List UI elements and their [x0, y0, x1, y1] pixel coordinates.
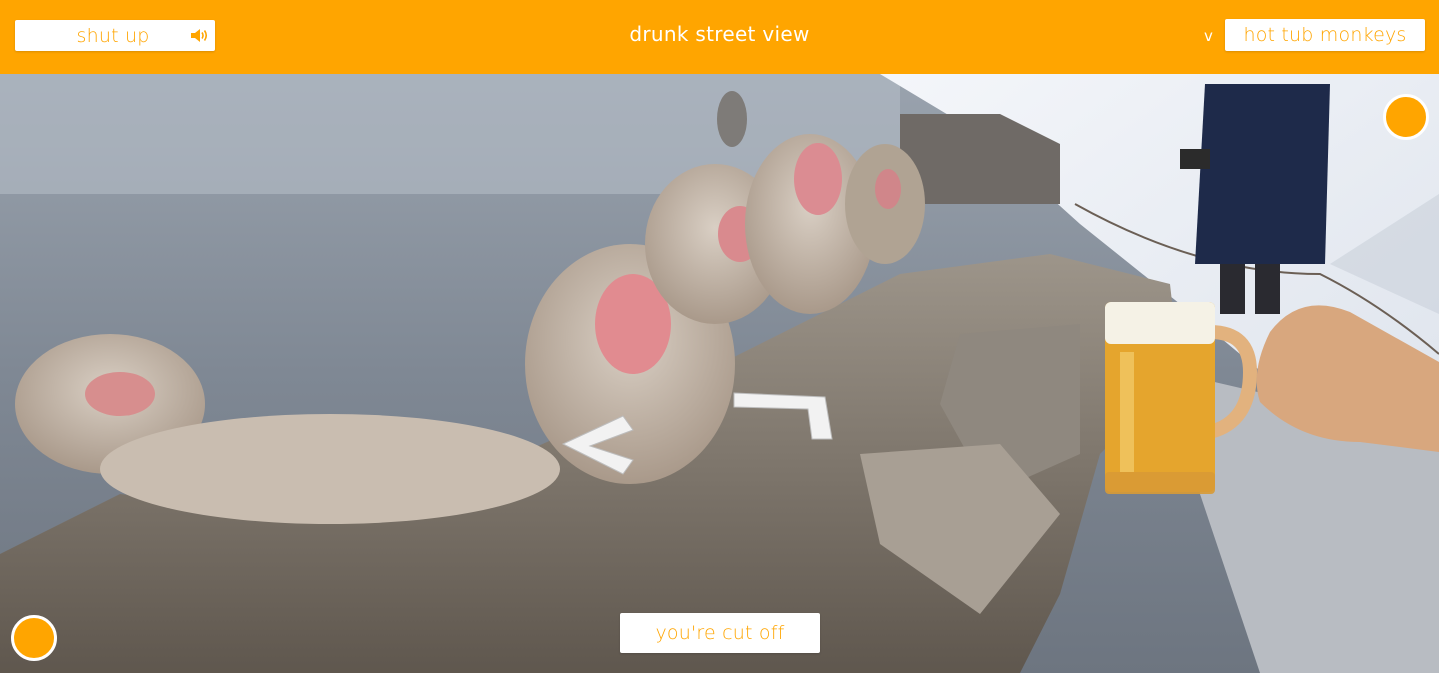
cutoff-button[interactable]: you're cut off: [620, 613, 820, 653]
bottom-left-circle-button[interactable]: [11, 615, 57, 661]
page-title: drunk street view: [629, 22, 810, 46]
top-right-circle-button[interactable]: [1383, 94, 1429, 140]
monkey-5: [845, 144, 925, 264]
left-arrow-icon[interactable]: [555, 412, 650, 477]
top-bar: shut up drunk street view v hot tub monk…: [0, 0, 1439, 74]
forward-arrow-icon[interactable]: [730, 389, 835, 444]
beer-mug-image: [1105, 302, 1439, 494]
location-dropdown[interactable]: hot tub monkeys: [1225, 19, 1425, 51]
chevron-down-icon[interactable]: v: [1204, 27, 1213, 45]
